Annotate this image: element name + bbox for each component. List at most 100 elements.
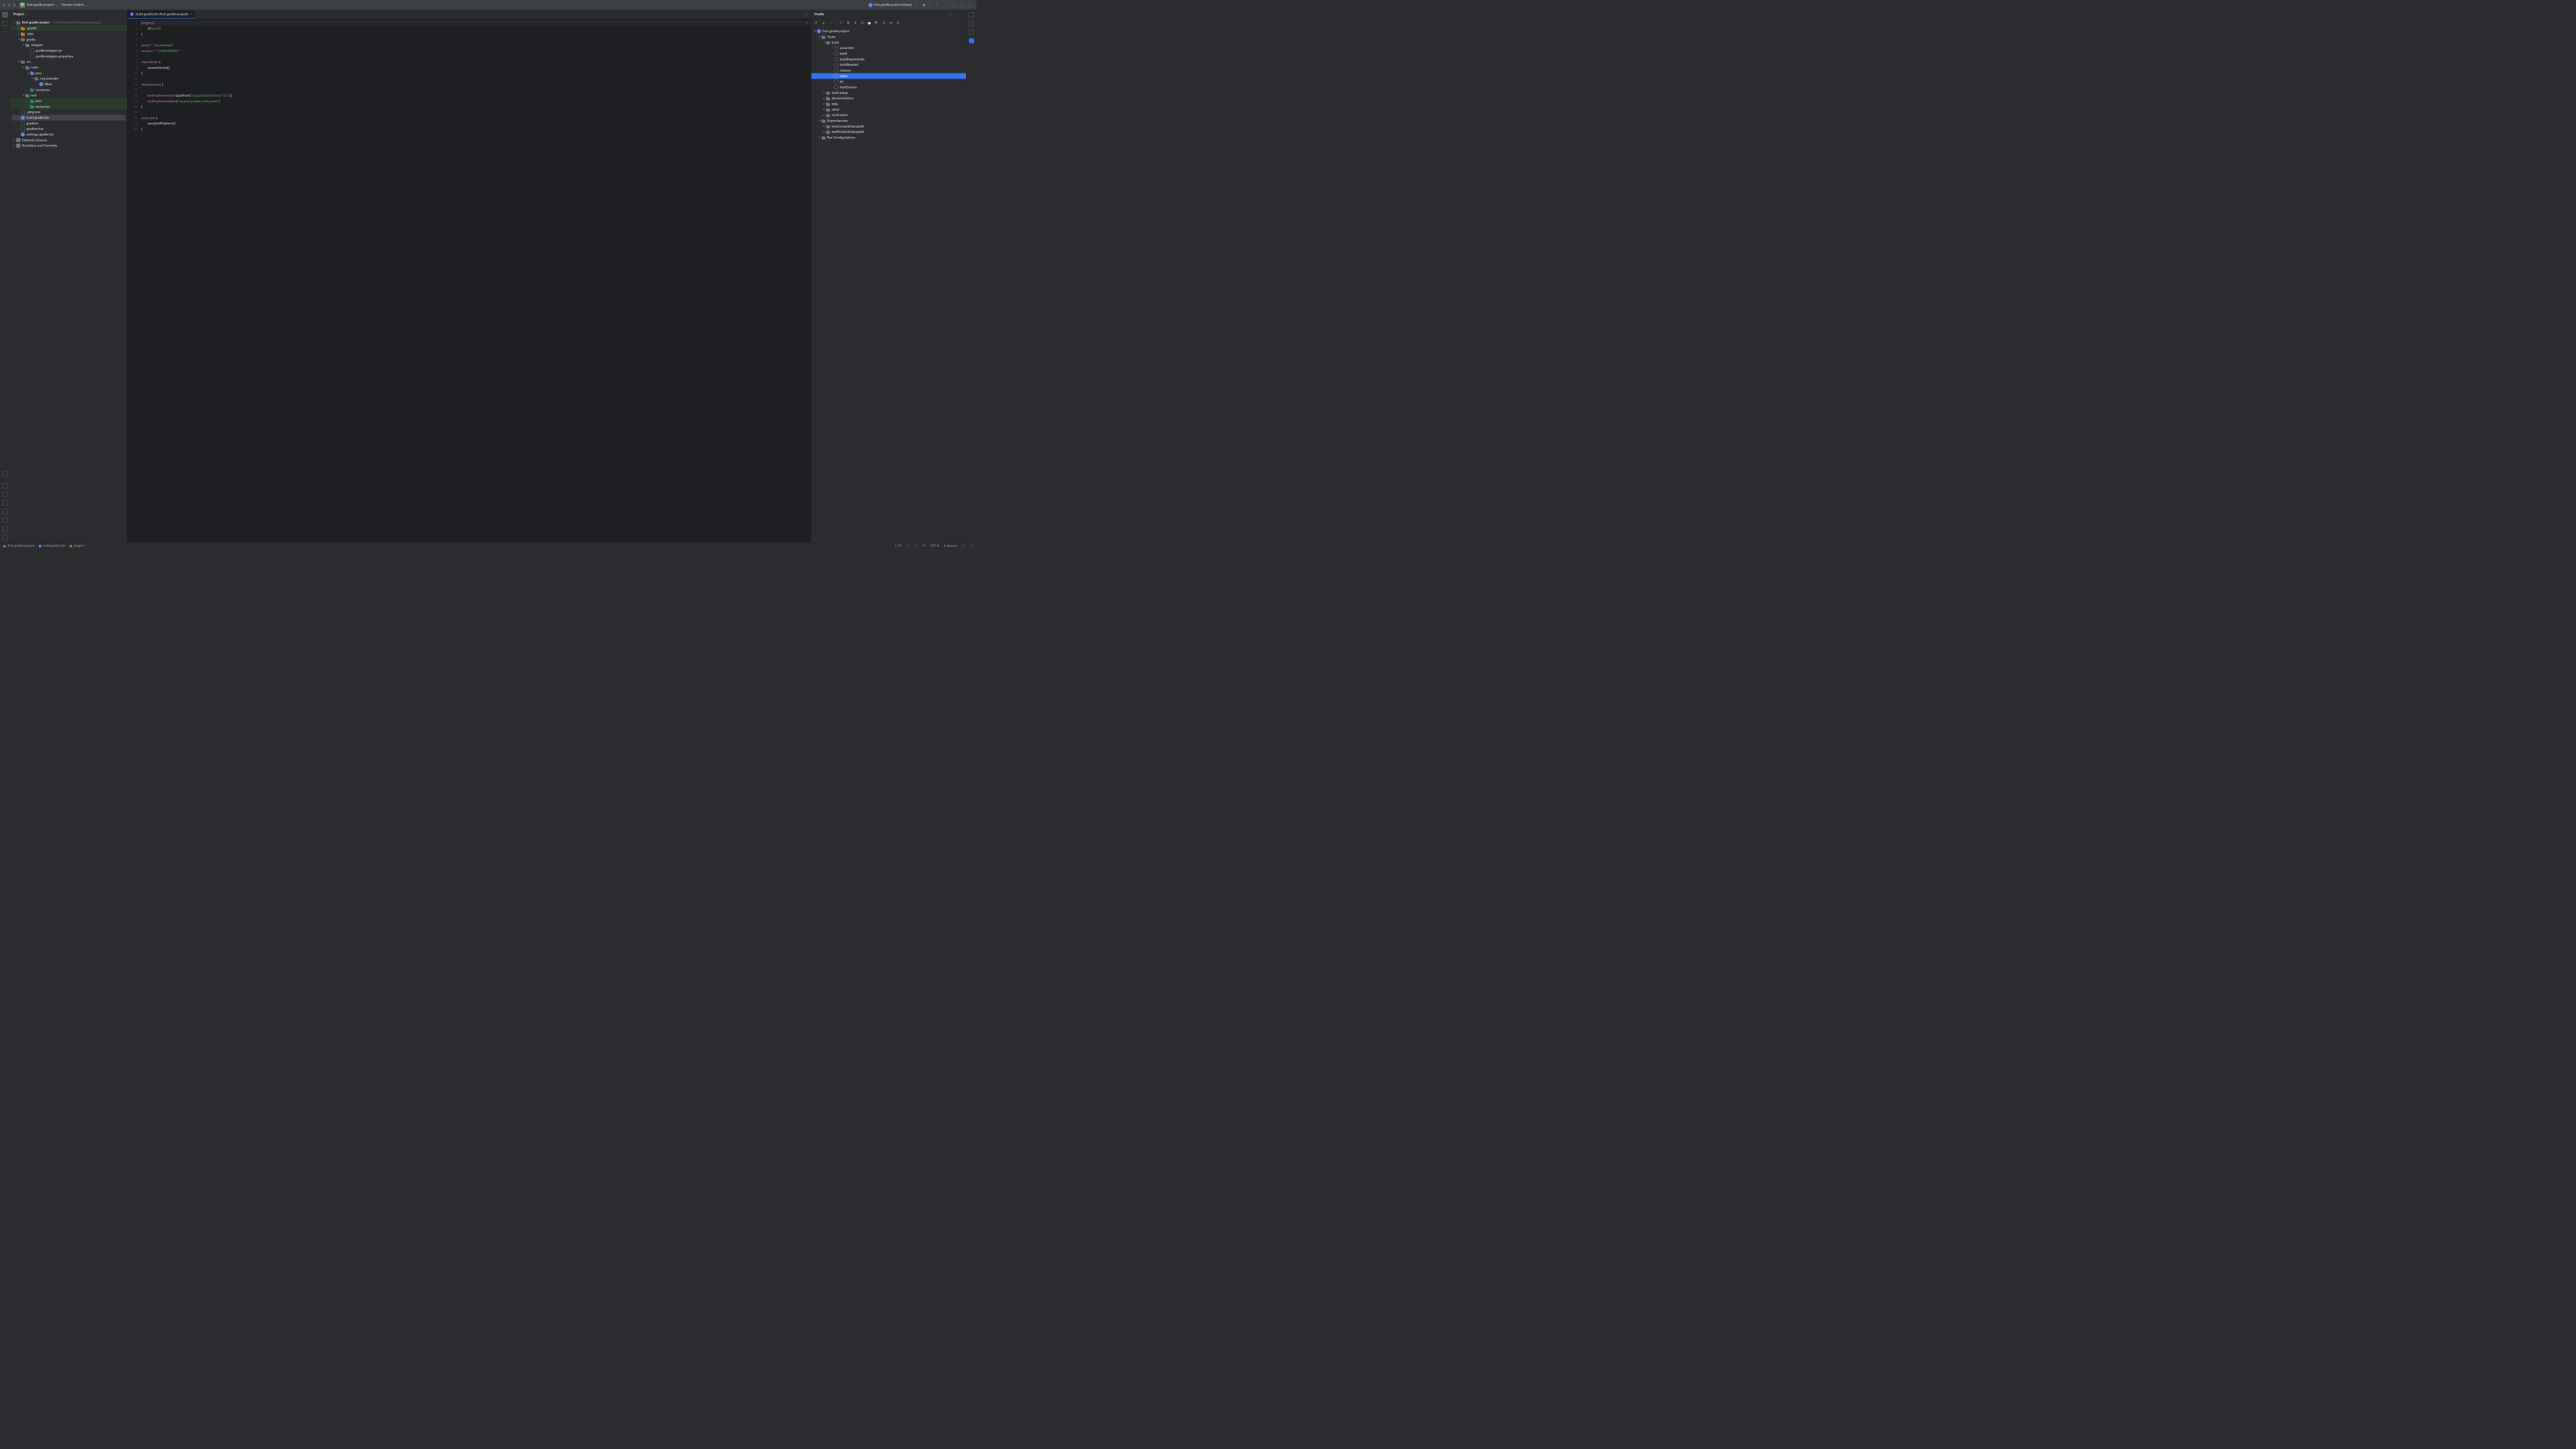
chevron-down-icon[interactable] bbox=[24, 13, 27, 15]
gradle-tree-item[interactable]: documentation bbox=[811, 96, 966, 101]
tree-item[interactable]: wrapper bbox=[10, 42, 127, 48]
minimize-icon[interactable]: − bbox=[959, 12, 963, 17]
vcs-tool-icon[interactable] bbox=[3, 535, 8, 540]
tree-item[interactable]: java bbox=[10, 98, 127, 103]
code-with-me-icon[interactable] bbox=[951, 3, 955, 7]
collapse-icon[interactable] bbox=[859, 20, 865, 26]
run-config-selector[interactable]: first-gradle-project [clean] bbox=[867, 2, 922, 8]
search-icon[interactable] bbox=[959, 3, 963, 7]
remove-icon[interactable] bbox=[828, 20, 834, 26]
download-icon[interactable] bbox=[838, 20, 844, 26]
problems-tool-icon[interactable] bbox=[3, 492, 8, 497]
debug-tool-icon[interactable] bbox=[3, 518, 8, 523]
tree-item[interactable]: Main bbox=[10, 81, 127, 87]
line-separator[interactable]: LF bbox=[922, 544, 926, 548]
tree-item[interactable]: .gradle bbox=[10, 25, 127, 31]
tree-item[interactable]: .gitignore bbox=[10, 109, 127, 115]
gradle-settings-icon[interactable] bbox=[895, 20, 901, 26]
editor-tab[interactable]: build.gradle.kts (first-gradle-project) … bbox=[127, 10, 195, 19]
tree-item[interactable]: main bbox=[10, 64, 127, 70]
tree-item[interactable]: java bbox=[10, 70, 127, 76]
gradle-tree-item[interactable]: buildNeeded bbox=[811, 62, 966, 67]
gradle-tree-item[interactable]: help bbox=[811, 101, 966, 107]
terminal-tool-icon[interactable] bbox=[3, 509, 8, 515]
run-tool-icon[interactable] bbox=[3, 500, 8, 506]
gradle-tree-item[interactable]: verification bbox=[811, 113, 966, 118]
tree-root[interactable]: first-gradle-project ~/IdeaProjects/firs… bbox=[10, 20, 127, 25]
gradle-tree-item[interactable]: build bbox=[811, 51, 966, 56]
close-tab-icon[interactable]: × bbox=[191, 12, 193, 16]
tree-item[interactable]: .idea bbox=[10, 31, 127, 36]
memory-icon[interactable] bbox=[970, 544, 973, 547]
add-icon[interactable] bbox=[820, 20, 826, 26]
tree-item[interactable]: gradle bbox=[10, 37, 127, 42]
vcs-label[interactable]: Version control bbox=[62, 3, 84, 7]
chevron-down-icon[interactable] bbox=[56, 3, 58, 6]
gradle-tree-item[interactable]: clean bbox=[811, 73, 966, 78]
find-tool-icon[interactable] bbox=[3, 483, 8, 488]
tree-item[interactable]: resources bbox=[10, 104, 127, 109]
project-tool-icon[interactable] bbox=[3, 12, 8, 17]
refresh-icon[interactable] bbox=[813, 20, 819, 26]
ai-icon[interactable] bbox=[969, 21, 974, 26]
tree-item-selected[interactable]: build.gradle.kts bbox=[11, 115, 125, 120]
tree-item[interactable]: test bbox=[10, 93, 127, 98]
module-icon[interactable] bbox=[867, 20, 873, 26]
tree-item[interactable]: Scratches and Consoles bbox=[10, 143, 127, 148]
more-menu[interactable] bbox=[936, 3, 937, 7]
run-button[interactable] bbox=[923, 3, 926, 7]
gradle-tree-item[interactable]: assemble bbox=[811, 45, 966, 50]
window-controls[interactable] bbox=[3, 3, 16, 7]
gradle-tree-item[interactable]: testCompileClasspath bbox=[811, 123, 966, 129]
settings-icon[interactable] bbox=[967, 3, 971, 7]
tree-item[interactable]: gradlew.bat bbox=[10, 126, 127, 131]
project-name-label[interactable]: first-gradle-project bbox=[27, 3, 54, 7]
notifications-icon[interactable] bbox=[969, 12, 974, 17]
tree-item[interactable]: settings.gradle.kts bbox=[10, 131, 127, 137]
code-editor[interactable]: 1234567891011121314151617181920 plugins … bbox=[127, 19, 812, 543]
gradle-tool-icon[interactable] bbox=[969, 38, 974, 44]
gradle-tree-item[interactable]: build setup bbox=[811, 90, 966, 95]
tree-item[interactable]: resources bbox=[10, 87, 127, 93]
encoding[interactable]: UTF-8 bbox=[930, 544, 939, 548]
chevron-down-icon[interactable] bbox=[85, 3, 88, 6]
gradle-tree-item[interactable]: testRuntimeClasspath bbox=[811, 129, 966, 135]
tree-item[interactable]: gradle-wrapper.jar bbox=[10, 48, 127, 53]
project-tree[interactable]: first-gradle-project ~/IdeaProjects/firs… bbox=[10, 19, 127, 543]
attach-icon[interactable] bbox=[845, 20, 851, 26]
link-icon[interactable] bbox=[888, 20, 894, 26]
breadcrumb[interactable]: first-gradle-project › build.gradle.kts … bbox=[3, 544, 85, 548]
build-tool-icon[interactable] bbox=[3, 527, 8, 532]
gradle-tree-item[interactable]: jar bbox=[811, 78, 966, 84]
gradle-tree[interactable]: first-gradle-projectTasksbuildassemblebu… bbox=[811, 28, 966, 543]
gradle-tree-item[interactable]: Run Configurations bbox=[811, 135, 966, 140]
readonly-icon[interactable] bbox=[961, 544, 965, 547]
kotlin-icon[interactable] bbox=[906, 544, 910, 547]
expand-icon[interactable] bbox=[852, 20, 858, 26]
panel-more-icon[interactable] bbox=[950, 12, 955, 17]
gradle-tree-item[interactable]: testClasses bbox=[811, 85, 966, 90]
services-tool-icon[interactable] bbox=[3, 471, 8, 476]
inspection-ok-icon[interactable]: ✓ bbox=[806, 20, 808, 25]
indent[interactable]: 4 spaces bbox=[944, 544, 957, 548]
gradle-tree-item[interactable]: Dependencies bbox=[811, 118, 966, 123]
gradle-tree-item[interactable]: first-gradle-project bbox=[811, 28, 966, 34]
tree-item[interactable]: org.example bbox=[10, 76, 127, 81]
toggle-offline-icon[interactable] bbox=[881, 20, 887, 26]
tree-item[interactable]: External Libraries bbox=[10, 138, 127, 143]
caret-position[interactable]: 1:10 bbox=[895, 544, 902, 548]
tree-item[interactable]: gradle-wrapper.properties bbox=[10, 54, 127, 59]
tree-item[interactable]: gradlew bbox=[10, 121, 127, 126]
debug-button[interactable] bbox=[928, 3, 932, 7]
gradle-tree-item[interactable]: build bbox=[811, 40, 966, 45]
project-panel-title[interactable]: Project bbox=[13, 13, 24, 17]
tree-item[interactable]: src bbox=[10, 59, 127, 64]
gradle-tree-item[interactable]: buildDependents bbox=[811, 56, 966, 62]
database-icon[interactable] bbox=[969, 30, 974, 35]
code-content[interactable]: plugins {id("java")}group = "org.example… bbox=[140, 19, 811, 543]
structure-tool-icon[interactable] bbox=[3, 21, 8, 26]
gradle-tree-item[interactable]: Tasks bbox=[811, 34, 966, 40]
gradle-tree-item[interactable]: other bbox=[811, 107, 966, 112]
analyzer-icon[interactable] bbox=[873, 20, 879, 26]
gradle-tree-item[interactable]: classes bbox=[811, 68, 966, 73]
